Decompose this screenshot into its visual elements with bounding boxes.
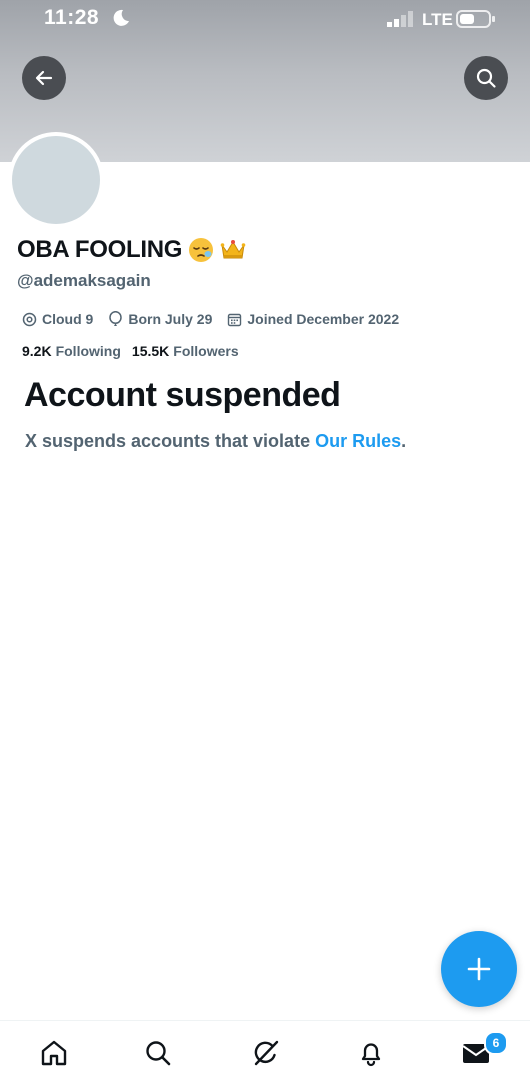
following-link[interactable]: Following [56, 343, 121, 359]
location-item: Cloud 9 [22, 311, 93, 327]
home-icon [41, 1040, 67, 1066]
signal-icon [387, 11, 413, 27]
avatar[interactable] [8, 132, 104, 228]
joined-text: Joined December 2022 [247, 311, 400, 327]
followers-link[interactable]: Followers [173, 343, 238, 359]
our-rules-link[interactable]: Our Rules [315, 431, 401, 451]
followers-count: 15.5K [131, 343, 170, 359]
calendar-icon [228, 313, 242, 326]
display-name-row: OBA FOOLING [17, 236, 246, 264]
following-count: 9.2K [22, 343, 52, 359]
birthday-text: Born July 29 [128, 311, 213, 327]
search-icon [146, 1041, 171, 1066]
battery-icon [456, 10, 495, 28]
birthday-item: Born July 29 [108, 311, 212, 327]
user-handle: @ademaksagain [17, 271, 151, 290]
sleepy-face-emoji-icon [189, 238, 214, 262]
nav-notifications[interactable] [355, 1037, 387, 1069]
moon-icon [113, 9, 129, 26]
nav-home[interactable] [38, 1037, 70, 1069]
nav-explore[interactable] [142, 1037, 174, 1069]
bell-icon [361, 1043, 381, 1067]
joined-item: Joined December 2022 [227, 311, 399, 327]
status-bar: 11:28 LTE [0, 0, 530, 40]
suspended-message-suffix: . [401, 431, 407, 451]
location-text: Cloud 9 [42, 311, 94, 327]
network-label: LTE [422, 10, 453, 29]
display-name: OBA FOOLING [17, 236, 183, 263]
back-button[interactable] [22, 56, 66, 100]
back-arrow-icon [35, 70, 53, 86]
balloon-icon [109, 311, 123, 326]
suspended-title: Account suspended [24, 376, 341, 414]
nav-grok[interactable] [250, 1037, 282, 1069]
bottom-nav [0, 1020, 530, 1081]
follow-stats: 9.2K Following 15.5K Followers [22, 343, 250, 359]
suspended-message: X suspends accounts that violate Our Rul… [25, 431, 406, 452]
location-icon [22, 312, 37, 326]
messages-badge: 6 [484, 1031, 508, 1055]
profile-meta: Cloud 9 Born July 29 Joined December 202… [22, 311, 414, 327]
compose-button[interactable] [441, 931, 517, 1007]
search-button[interactable] [464, 56, 508, 100]
status-time: 11:28 [44, 6, 100, 29]
grok-icon [254, 1040, 279, 1066]
search-icon [476, 68, 496, 88]
crown-emoji-icon [220, 240, 246, 259]
suspended-message-text: X suspends accounts that violate [25, 431, 316, 451]
plus-icon [467, 957, 491, 981]
